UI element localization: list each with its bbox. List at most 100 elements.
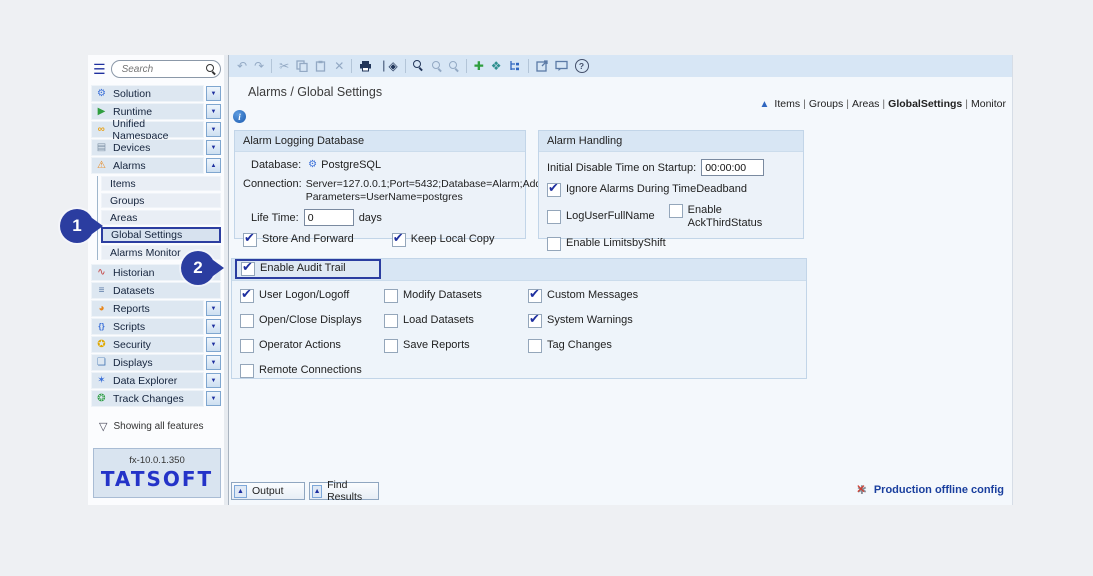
sidebar-item-alarms[interactable]: ⚠Alarms ▲ <box>91 158 221 173</box>
copy-icon[interactable] <box>296 60 308 72</box>
checkbox-icon <box>528 289 542 303</box>
checkbox-tag-changes[interactable]: Tag Changes <box>528 339 638 353</box>
sidebar-item-scripts[interactable]: {}Scripts ▼ <box>91 319 221 334</box>
toolbar-separator <box>351 59 352 73</box>
find-previous-icon[interactable] <box>449 61 459 71</box>
dropdown-arrow[interactable]: ▼ <box>206 301 221 316</box>
database-value[interactable]: PostgreSQL <box>321 159 381 171</box>
sidebar-item-global-settings[interactable]: Global Settings <box>101 227 221 243</box>
lifetime-label: Life Time: <box>251 212 299 224</box>
search-icon[interactable] <box>413 60 425 72</box>
delete-icon[interactable]: ✕ <box>334 60 344 72</box>
app-window: ☰ ⚙Solution ▼ ▶Runtime ▼ ∞Unified Namesp… <box>0 0 1093 576</box>
checkbox-load-datasets[interactable]: Load Datasets <box>384 314 482 328</box>
help-icon[interactable]: ? <box>575 59 589 73</box>
search-input[interactable] <box>120 63 206 76</box>
menu-icon[interactable]: ☰ <box>93 63 106 75</box>
find-results-button[interactable]: ▲ Find Results <box>309 482 379 500</box>
dropdown-arrow[interactable]: ▼ <box>206 337 221 352</box>
checkbox-label: Enable LimitsbyShift <box>566 237 666 250</box>
filter-icon: ▽ <box>99 420 107 433</box>
sidebar-item-reports[interactable]: ◕Reports ▼ <box>91 301 221 316</box>
sidebar-item-label: Displays <box>113 357 153 369</box>
checkbox-ignore-alarms-timedeadband[interactable]: Ignore Alarms During TimeDeadband <box>547 183 747 197</box>
open-window-icon[interactable] <box>536 60 548 72</box>
version-label: fx-10.0.1.350 <box>129 455 184 466</box>
sidebar-item-devices[interactable]: ▤Devices ▼ <box>91 140 221 155</box>
sidebar-item-groups[interactable]: Groups <box>101 193 221 208</box>
checkbox-operator-actions[interactable]: Operator Actions <box>240 339 362 353</box>
checkbox-enable-audit-trail[interactable]: Enable Audit Trail <box>241 262 346 276</box>
breadcrumb-groups[interactable]: Groups <box>809 98 843 110</box>
checkbox-user-logon-logoff[interactable]: User Logon/Logoff <box>240 289 362 303</box>
dropdown-arrow[interactable]: ▼ <box>206 391 221 406</box>
dropdown-arrow[interactable]: ▼ <box>206 355 221 370</box>
panel-title: Alarm Logging Database <box>235 131 525 152</box>
checkbox-enable-ackthirdstatus[interactable]: Enable AckThirdStatus <box>669 204 795 230</box>
collapse-arrow[interactable]: ▲ <box>206 158 221 173</box>
checkbox-keep-local-copy[interactable]: Keep Local Copy <box>392 233 495 247</box>
lifetime-input[interactable] <box>304 209 354 226</box>
checkbox-icon <box>384 289 398 303</box>
tree-view-icon[interactable] <box>509 60 521 72</box>
breadcrumb-areas[interactable]: Areas <box>852 98 879 110</box>
list-icon: ≡ <box>95 286 108 296</box>
sidebar-item-datasets[interactable]: ≡Datasets <box>91 283 221 298</box>
sidebar-item-displays[interactable]: ❏Displays ▼ <box>91 355 221 370</box>
undo-icon[interactable]: ↶ <box>237 60 247 72</box>
dropdown-arrow[interactable]: ▼ <box>206 104 221 119</box>
offline-config-icon: ✱✕ <box>855 483 869 497</box>
checkbox-label: Load Datasets <box>403 314 474 327</box>
tags-icon[interactable]: ❖ <box>491 60 502 72</box>
checkbox-icon <box>384 314 398 328</box>
dropdown-arrow[interactable]: ▼ <box>206 122 221 137</box>
checkbox-remote-connections[interactable]: Remote Connections <box>240 364 362 378</box>
dropdown-arrow[interactable]: ▼ <box>206 86 221 101</box>
checkbox-icon <box>528 314 542 328</box>
add-tag-icon[interactable]: ✚ <box>474 60 484 72</box>
sidebar-item-items[interactable]: Items <box>101 176 221 191</box>
checkbox-open-close-displays[interactable]: Open/Close Displays <box>240 314 362 328</box>
output-label: Output <box>252 485 284 497</box>
sidebar-item-track-changes[interactable]: ❂Track Changes ▼ <box>91 391 221 406</box>
checkbox-system-warnings[interactable]: System Warnings <box>528 314 638 328</box>
breadcrumb-monitor[interactable]: Monitor <box>971 98 1006 110</box>
production-mode-indicator[interactable]: ✱✕ Production offline config <box>855 483 1004 497</box>
sidebar-item-areas[interactable]: Areas <box>101 210 221 225</box>
sidebar-item-data-explorer[interactable]: ✶Data Explorer ▼ <box>91 373 221 388</box>
checkbox-loguserfullname[interactable]: LogUserFullName <box>547 210 655 224</box>
dropdown-arrow[interactable]: ▼ <box>206 140 221 155</box>
redo-icon[interactable]: ↷ <box>254 60 264 72</box>
search-icon[interactable] <box>206 64 216 74</box>
find-next-icon[interactable] <box>432 61 442 71</box>
breadcrumb-globalsettings[interactable]: GlobalSettings <box>888 98 962 110</box>
search-box[interactable] <box>111 60 221 78</box>
sidebar-item-unified-namespace[interactable]: ∞Unified Namespace ▼ <box>91 122 221 137</box>
cut-icon[interactable]: ✂ <box>279 60 289 72</box>
checkbox-enable-limitsbyshift[interactable]: Enable LimitsbyShift <box>547 237 666 251</box>
breadcrumb-separator: | <box>965 98 968 110</box>
locate-icon[interactable]: ❘◈ <box>379 60 397 72</box>
checkbox-label: User Logon/Logoff <box>259 289 349 302</box>
checkbox-save-reports[interactable]: Save Reports <box>384 339 482 353</box>
disable-time-input[interactable] <box>701 159 764 176</box>
connection-value[interactable]: Server=127.0.0.1;Port=5432;Database=Alar… <box>306 178 569 204</box>
breadcrumb-items[interactable]: Items <box>774 98 800 110</box>
feature-filter[interactable]: ▽ Showing all features <box>99 420 221 433</box>
breadcrumb-separator: | <box>803 98 806 110</box>
info-icon[interactable]: i <box>233 110 246 123</box>
sidebar-item-security[interactable]: ✪Security ▼ <box>91 337 221 352</box>
dropdown-arrow[interactable]: ▼ <box>206 319 221 334</box>
wrench-icon: ✶ <box>95 376 108 386</box>
print-icon[interactable] <box>359 60 372 72</box>
output-button[interactable]: ▲ Output <box>231 482 305 500</box>
annotation-number: 2 <box>193 258 202 278</box>
sidebar-item-label: Solution <box>113 88 151 100</box>
paste-icon[interactable] <box>315 60 327 72</box>
comment-icon[interactable] <box>555 60 568 72</box>
checkbox-custom-messages[interactable]: Custom Messages <box>528 289 638 303</box>
dropdown-arrow[interactable]: ▼ <box>206 373 221 388</box>
sidebar-item-solution[interactable]: ⚙Solution ▼ <box>91 86 221 101</box>
checkbox-modify-datasets[interactable]: Modify Datasets <box>384 289 482 303</box>
checkbox-store-and-forward[interactable]: Store And Forward <box>243 233 354 247</box>
